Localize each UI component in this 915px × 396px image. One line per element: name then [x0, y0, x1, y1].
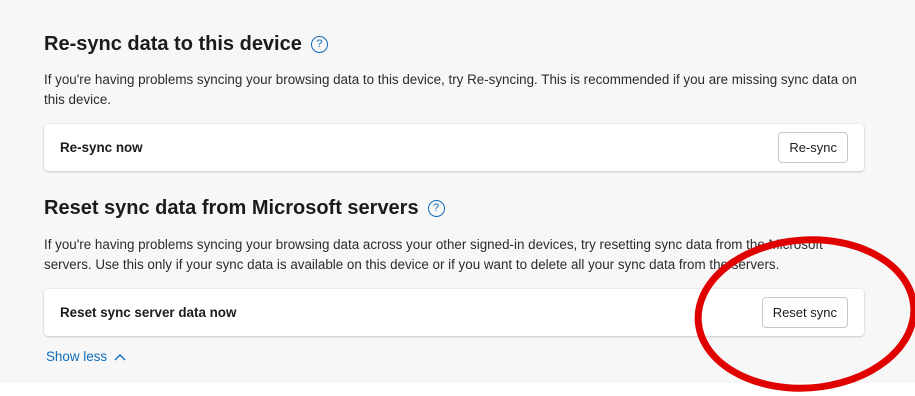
help-icon[interactable]: ?	[427, 200, 445, 217]
reset-title-text: Reset sync data from Microsoft servers	[44, 197, 419, 219]
reset-section-title: Reset sync data from Microsoft servers ?	[44, 197, 445, 220]
resync-section-title: Re-sync data to this device ?	[44, 33, 328, 56]
reset-description: If you're having problems syncing your b…	[44, 237, 823, 272]
show-less-label: Show less	[46, 349, 108, 364]
reset-card: Reset sync server data now Reset sync	[44, 289, 864, 336]
chevron-up-icon	[114, 353, 126, 360]
show-less-link[interactable]: Show less	[46, 349, 126, 364]
resync-card-label: Re-sync now	[60, 140, 143, 155]
resync-button[interactable]: Re-sync	[778, 132, 848, 163]
resync-description: If you're having problems syncing your b…	[44, 72, 857, 107]
reset-card-label: Reset sync server data now	[60, 305, 237, 320]
resync-card: Re-sync now Re-sync	[44, 124, 864, 171]
help-icon[interactable]: ?	[310, 36, 328, 53]
sync-settings-panel: Re-sync data to this device ? If you're …	[0, 0, 915, 383]
resync-title-text: Re-sync data to this device	[44, 33, 302, 55]
reset-sync-button[interactable]: Reset sync	[761, 297, 848, 328]
